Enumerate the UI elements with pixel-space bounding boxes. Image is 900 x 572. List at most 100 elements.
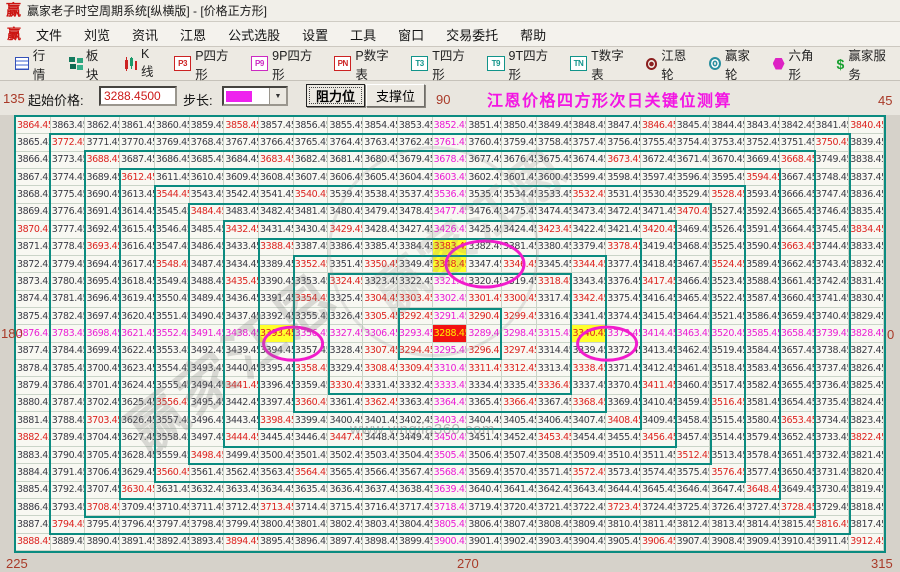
toolbar-button-gann-wheel[interactable]: 江恩轮 [639, 43, 702, 85]
grid-cell: 3751.45 [780, 134, 815, 151]
grid-cell: 3331.45 [363, 377, 398, 394]
grid-cell: 3705.45 [85, 447, 120, 464]
toolbar-button-9p-square[interactable]: P99P四方形 [244, 43, 327, 85]
toolbar-button-p-table[interactable]: PNP数字表 [327, 43, 404, 85]
toolbar-button-t-square[interactable]: T3T四方形 [404, 43, 480, 85]
grid-cell: 3650.45 [780, 464, 815, 481]
grid-cell: 3553.45 [155, 343, 190, 360]
grid-cell: 3397.45 [259, 395, 294, 412]
grid-cell: 3727.45 [745, 499, 780, 516]
menu-item-帮助[interactable]: 帮助 [509, 25, 557, 44]
grid-cell: 3901.45 [467, 534, 502, 551]
grid-cell: 3772.45 [51, 134, 86, 151]
grid-cell: 3809.45 [572, 516, 607, 533]
menu-item-江恩[interactable]: 江恩 [169, 25, 217, 44]
menu-item-资讯[interactable]: 资讯 [121, 25, 169, 44]
menu-item-窗口[interactable]: 窗口 [387, 25, 435, 44]
grid-cell: 3399.45 [294, 412, 329, 429]
resistance-button[interactable]: 阻力位 [306, 84, 365, 107]
grid-cell: 3476.45 [467, 204, 502, 221]
grid-cell: 3655.45 [780, 377, 815, 394]
toolbar-button-9t-square[interactable]: T99T四方形 [480, 43, 563, 85]
menu-item-设置[interactable]: 设置 [291, 25, 339, 44]
grid-cell: 3460.45 [676, 377, 711, 394]
grid-cell: 3779.45 [51, 256, 86, 273]
grid-cell: 3507.45 [502, 447, 537, 464]
grid-cell: 3656.45 [780, 360, 815, 377]
grid-cell: 3660.45 [780, 291, 815, 308]
menu-item-文件[interactable]: 文件 [25, 25, 73, 44]
grid-cell: 3673.45 [606, 152, 641, 169]
start-price-input[interactable] [99, 86, 177, 106]
grid-cell: 3862.45 [85, 117, 120, 134]
toolbar-button-quotes[interactable]: 行情 [8, 43, 62, 85]
grid-cell: 3710.45 [155, 499, 190, 516]
toolbar-button-winner-wheel[interactable]: 赢家轮 [702, 43, 766, 85]
grid-cell: 3745.45 [815, 221, 850, 238]
grid-cell: 3725.45 [676, 499, 711, 516]
grid-cell: 3833.45 [849, 239, 884, 256]
grid-cell: 3791.45 [51, 464, 86, 481]
grid-cell: 3527.45 [710, 204, 745, 221]
grid-cell: 3452.45 [502, 429, 537, 446]
grid-cell: 3872.45 [16, 256, 51, 273]
grid-cell: 3373.45 [606, 325, 641, 342]
grid-cell: 3731.45 [815, 464, 850, 481]
grid-cell: 3891.45 [120, 534, 155, 551]
grid-cell: 3569.45 [467, 464, 502, 481]
grid-cell: 3528.45 [710, 186, 745, 203]
grid-cell: 3385.45 [363, 239, 398, 256]
grid-cell: 3627.45 [120, 429, 155, 446]
grid-cell: 3893.45 [190, 534, 225, 551]
grid-cell: 3451.45 [467, 429, 502, 446]
toolbar-button-kline[interactable]: K线 [116, 45, 167, 82]
grid-cell: 3415.45 [641, 308, 676, 325]
grid-cell: 3849.45 [537, 117, 572, 134]
grid-cell: 3871.45 [16, 239, 51, 256]
grid-cell: 3629.45 [120, 464, 155, 481]
grid-cell: 3906.45 [641, 534, 676, 551]
grid-cell: 3688.45 [85, 152, 120, 169]
grid-cell: 3828.45 [849, 325, 884, 342]
grid-cell: 3735.45 [815, 395, 850, 412]
grid-cell: 3354.45 [294, 291, 329, 308]
grid-cell: 3868.45 [16, 186, 51, 203]
grid-cell: 3674.45 [572, 152, 607, 169]
grid-cell: 3383.45 [433, 239, 468, 256]
grid-cell: 3435.45 [224, 273, 259, 290]
grid-cell: 3683.45 [259, 152, 294, 169]
step-color-select[interactable]: ▼ [222, 86, 288, 106]
grid-cell: 3576.45 [710, 464, 745, 481]
grid-cell: 3837.45 [849, 169, 884, 186]
grid-cell: 3335.45 [502, 377, 537, 394]
grid-cell: 3875.45 [16, 308, 51, 325]
grid-cell: 3838.45 [849, 152, 884, 169]
grid-cell: 3630.45 [120, 482, 155, 499]
grid-cell: 3846.45 [641, 117, 676, 134]
grid-cell: 3416.45 [641, 291, 676, 308]
toolbar-button-sectors[interactable]: 板块 [62, 43, 115, 85]
toolbar-button-winner-service[interactable]: $赢家服务 [830, 43, 900, 85]
grid-cell: 3601.45 [502, 169, 537, 186]
toolbar-button-p-square[interactable]: P3P四方形 [167, 43, 244, 85]
toolbar-button-hexagon[interactable]: 六角形 [766, 43, 830, 85]
grid-cell: 3857.45 [259, 117, 294, 134]
menu-item-工具[interactable]: 工具 [339, 25, 387, 44]
grid-cell: 3446.45 [294, 429, 329, 446]
menu-item-交易委托[interactable]: 交易委托 [435, 25, 509, 44]
toolbar-button-t-table[interactable]: TNT数字表 [563, 43, 639, 85]
chevron-down-icon[interactable]: ▼ [269, 88, 286, 104]
grid-cell: 3691.45 [85, 204, 120, 221]
grid-cell: 3902.45 [502, 534, 537, 551]
grid-cell: 3481.45 [294, 204, 329, 221]
grid-cell: 3453.45 [537, 429, 572, 446]
grid-cell: 3587.45 [745, 291, 780, 308]
angle-label-225: 225 [6, 556, 28, 571]
support-button[interactable]: 支撑位 [366, 84, 425, 107]
grid-cell: 3364.45 [433, 395, 468, 412]
grid-cell: 3424.45 [502, 221, 537, 238]
menu-item-刘览[interactable]: 刘览 [73, 25, 121, 44]
grid-cell: 3781.45 [51, 291, 86, 308]
grid-cell: 3697.45 [85, 308, 120, 325]
menu-item-公式选股[interactable]: 公式选股 [217, 25, 291, 44]
